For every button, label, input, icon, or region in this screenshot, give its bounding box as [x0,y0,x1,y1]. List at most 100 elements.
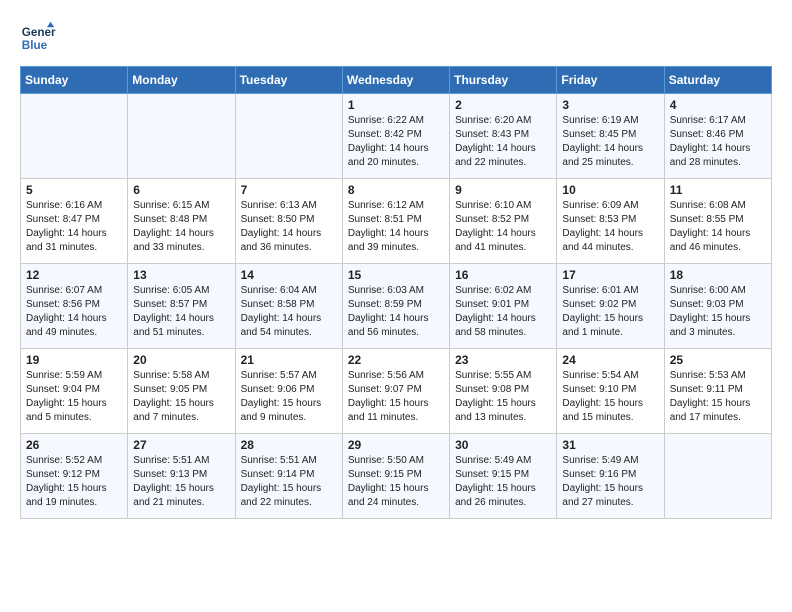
day-number: 27 [133,438,229,452]
day-number: 9 [455,183,551,197]
day-number: 5 [26,183,122,197]
day-info: Sunrise: 5:53 AM Sunset: 9:11 PM Dayligh… [670,369,766,425]
calendar-cell: 30 Sunrise: 5:49 AM Sunset: 9:15 PM Dayli… [450,434,557,519]
day-number: 26 [26,438,122,452]
calendar-cell: 28Sunrise: 5:51 AM Sunset: 9:14 PM Dayli… [235,434,342,519]
calendar-cell: 26Sunrise: 5:52 AM Sunset: 9:12 PM Dayli… [21,434,128,519]
calendar-cell: 19 Sunrise: 5:59 AM Sunset: 9:04 PM Dayli… [21,349,128,434]
day-number: 11 [670,183,766,197]
logo: General Blue [20,20,60,56]
calendar-cell: 20 Sunrise: 5:58 AM Sunset: 9:05 PM Dayli… [128,349,235,434]
day-info: Sunrise: 5:58 AM Sunset: 9:05 PM Dayligh… [133,369,229,425]
day-number: 28 [241,438,337,452]
page-header: General Blue [20,20,772,56]
calendar-cell: 12 Sunrise: 6:07 AM Sunset: 8:56 PM Dayli… [21,264,128,349]
day-number: 8 [348,183,444,197]
calendar-cell: 15 Sunrise: 6:03 AM Sunset: 8:59 PM Dayli… [342,264,449,349]
weekday-header-saturday: Saturday [664,67,771,94]
calendar-cell: 13 Sunrise: 6:05 AM Sunset: 8:57 PM Dayli… [128,264,235,349]
weekday-header-thursday: Thursday [450,67,557,94]
day-info: Sunrise: 6:15 AM Sunset: 8:48 PM Dayligh… [133,199,229,255]
day-number: 21 [241,353,337,367]
day-number: 22 [348,353,444,367]
calendar-header: SundayMondayTuesdayWednesdayThursdayFrid… [21,67,772,94]
day-info: Sunrise: 6:07 AM Sunset: 8:56 PM Dayligh… [26,284,122,340]
calendar-cell: 17 Sunrise: 6:01 AM Sunset: 9:02 PM Dayli… [557,264,664,349]
day-number: 6 [133,183,229,197]
day-number: 4 [670,98,766,112]
calendar-cell: 1 Sunrise: 6:22 AM Sunset: 8:42 PM Daylig… [342,94,449,179]
day-info: Sunrise: 6:09 AM Sunset: 8:53 PM Dayligh… [562,199,658,255]
day-number: 17 [562,268,658,282]
day-number: 14 [241,268,337,282]
svg-text:Blue: Blue [22,39,48,52]
day-number: 1 [348,98,444,112]
day-info: Sunrise: 5:54 AM Sunset: 9:10 PM Dayligh… [562,369,658,425]
calendar-week-row: 1 Sunrise: 6:22 AM Sunset: 8:42 PM Daylig… [21,94,772,179]
calendar-cell: 2 Sunrise: 6:20 AM Sunset: 8:43 PM Daylig… [450,94,557,179]
calendar-week-row: 19 Sunrise: 5:59 AM Sunset: 9:04 PM Dayli… [21,349,772,434]
calendar-week-row: 5 Sunrise: 6:16 AM Sunset: 8:47 PM Daylig… [21,179,772,264]
day-number: 13 [133,268,229,282]
day-info: Sunrise: 6:16 AM Sunset: 8:47 PM Dayligh… [26,199,122,255]
day-number: 20 [133,353,229,367]
day-info: Sunrise: 5:59 AM Sunset: 9:04 PM Dayligh… [26,369,122,425]
calendar-cell: 11 Sunrise: 6:08 AM Sunset: 8:55 PM Dayli… [664,179,771,264]
calendar-cell: 25 Sunrise: 5:53 AM Sunset: 9:11 PM Dayli… [664,349,771,434]
day-info: Sunrise: 6:22 AM Sunset: 8:42 PM Dayligh… [348,114,444,170]
day-info: Sunrise: 6:20 AM Sunset: 8:43 PM Dayligh… [455,114,551,170]
day-number: 25 [670,353,766,367]
calendar-cell: 4 Sunrise: 6:17 AM Sunset: 8:46 PM Daylig… [664,94,771,179]
calendar-cell: 9 Sunrise: 6:10 AM Sunset: 8:52 PM Daylig… [450,179,557,264]
calendar-cell: 16 Sunrise: 6:02 AM Sunset: 9:01 PM Dayli… [450,264,557,349]
weekday-header-monday: Monday [128,67,235,94]
day-info: Sunrise: 6:02 AM Sunset: 9:01 PM Dayligh… [455,284,551,340]
day-info: Sunrise: 6:19 AM Sunset: 8:45 PM Dayligh… [562,114,658,170]
day-info: Sunrise: 6:00 AM Sunset: 9:03 PM Dayligh… [670,284,766,340]
calendar-cell: 8Sunrise: 6:12 AM Sunset: 8:51 PM Daylig… [342,179,449,264]
calendar-cell: 23 Sunrise: 5:55 AM Sunset: 9:08 PM Dayli… [450,349,557,434]
day-info: Sunrise: 6:13 AM Sunset: 8:50 PM Dayligh… [241,199,337,255]
calendar-cell: 27Sunrise: 5:51 AM Sunset: 9:13 PM Dayli… [128,434,235,519]
day-info: Sunrise: 5:57 AM Sunset: 9:06 PM Dayligh… [241,369,337,425]
calendar-table: SundayMondayTuesdayWednesdayThursdayFrid… [20,66,772,519]
calendar-cell: 5 Sunrise: 6:16 AM Sunset: 8:47 PM Daylig… [21,179,128,264]
calendar-cell: 6 Sunrise: 6:15 AM Sunset: 8:48 PM Daylig… [128,179,235,264]
day-number: 30 [455,438,551,452]
day-info: Sunrise: 6:01 AM Sunset: 9:02 PM Dayligh… [562,284,658,340]
day-number: 7 [241,183,337,197]
calendar-week-row: 12 Sunrise: 6:07 AM Sunset: 8:56 PM Dayli… [21,264,772,349]
calendar-cell: 7 Sunrise: 6:13 AM Sunset: 8:50 PM Daylig… [235,179,342,264]
calendar-cell: 24 Sunrise: 5:54 AM Sunset: 9:10 PM Dayli… [557,349,664,434]
day-number: 23 [455,353,551,367]
day-number: 31 [562,438,658,452]
day-number: 24 [562,353,658,367]
day-number: 2 [455,98,551,112]
calendar-cell: 31Sunrise: 5:49 AM Sunset: 9:16 PM Dayli… [557,434,664,519]
calendar-cell [664,434,771,519]
day-number: 3 [562,98,658,112]
day-info: Sunrise: 6:10 AM Sunset: 8:52 PM Dayligh… [455,199,551,255]
day-info: Sunrise: 5:49 AM Sunset: 9:15 PM Dayligh… [455,454,551,510]
calendar-week-row: 26Sunrise: 5:52 AM Sunset: 9:12 PM Dayli… [21,434,772,519]
calendar-cell: 29Sunrise: 5:50 AM Sunset: 9:15 PM Dayli… [342,434,449,519]
day-number: 19 [26,353,122,367]
logo-icon: General Blue [20,20,56,56]
weekday-header-friday: Friday [557,67,664,94]
day-info: Sunrise: 6:08 AM Sunset: 8:55 PM Dayligh… [670,199,766,255]
day-info: Sunrise: 6:05 AM Sunset: 8:57 PM Dayligh… [133,284,229,340]
day-number: 15 [348,268,444,282]
day-number: 16 [455,268,551,282]
day-info: Sunrise: 5:55 AM Sunset: 9:08 PM Dayligh… [455,369,551,425]
calendar-cell [21,94,128,179]
day-info: Sunrise: 6:04 AM Sunset: 8:58 PM Dayligh… [241,284,337,340]
calendar-cell: 18Sunrise: 6:00 AM Sunset: 9:03 PM Dayli… [664,264,771,349]
calendar-cell: 22 Sunrise: 5:56 AM Sunset: 9:07 PM Dayli… [342,349,449,434]
day-number: 12 [26,268,122,282]
day-info: Sunrise: 5:56 AM Sunset: 9:07 PM Dayligh… [348,369,444,425]
calendar-cell: 10Sunrise: 6:09 AM Sunset: 8:53 PM Dayli… [557,179,664,264]
calendar-cell [235,94,342,179]
day-info: Sunrise: 6:03 AM Sunset: 8:59 PM Dayligh… [348,284,444,340]
day-info: Sunrise: 6:17 AM Sunset: 8:46 PM Dayligh… [670,114,766,170]
weekday-row: SundayMondayTuesdayWednesdayThursdayFrid… [21,67,772,94]
